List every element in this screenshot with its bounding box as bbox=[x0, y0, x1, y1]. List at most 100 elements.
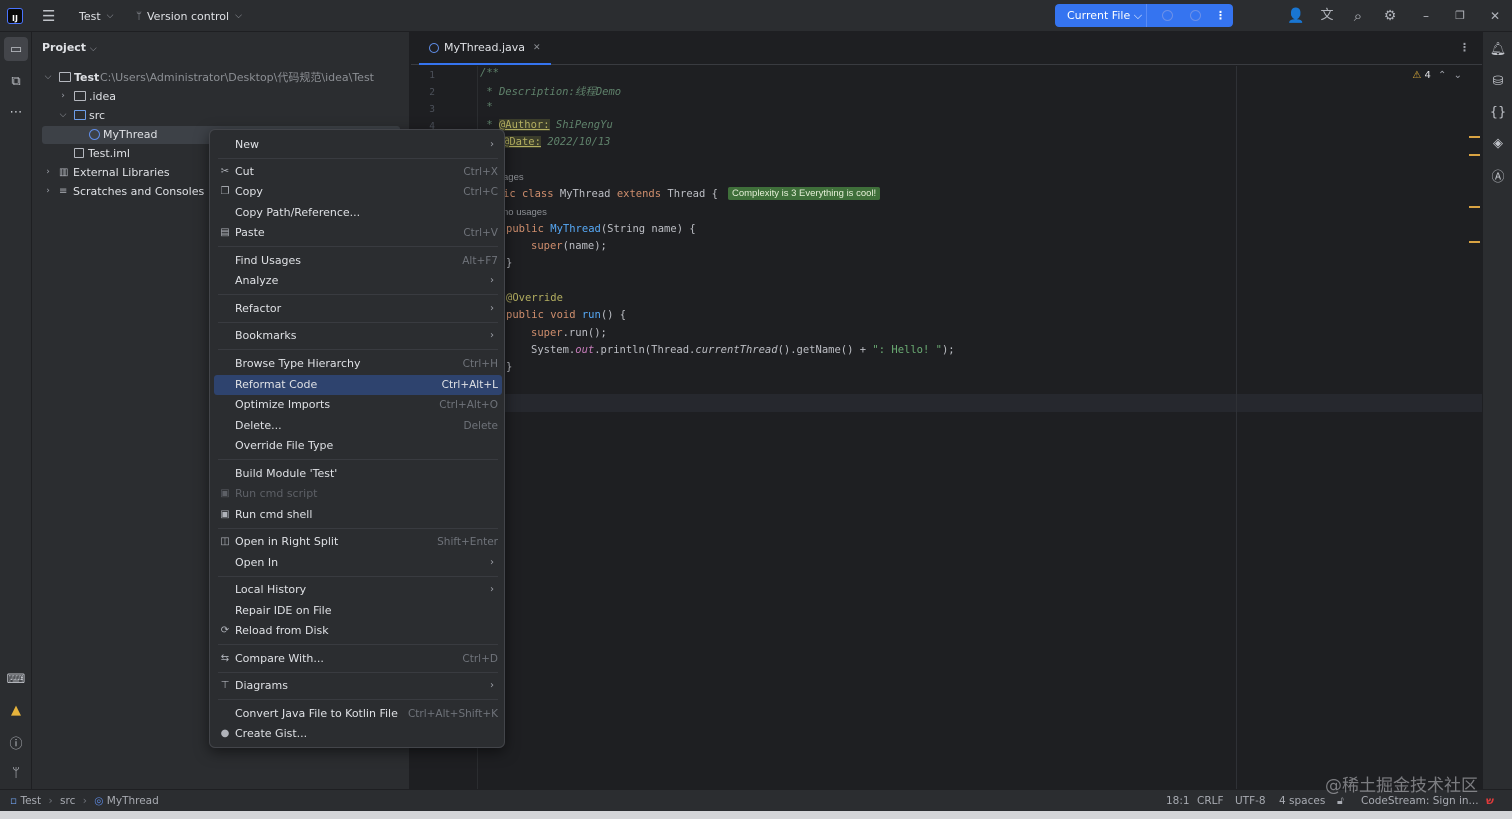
breadcrumb-src[interactable]: src bbox=[60, 795, 75, 807]
close-tab-icon[interactable]: ✕ bbox=[533, 43, 541, 53]
warning-marker[interactable] bbox=[1469, 136, 1480, 138]
project-tool-folder-icon[interactable]: ▭ bbox=[4, 37, 28, 61]
run-config-widget[interactable]: Current File ⌵ ⋮ bbox=[1055, 4, 1233, 27]
json-braces-icon[interactable]: {} bbox=[1486, 100, 1510, 124]
menu-item-refactor[interactable]: Refactor › bbox=[214, 299, 502, 319]
code-line-7[interactable]: ic class MyThread extends Thread { bbox=[503, 188, 718, 200]
code-line-12[interactable]: @Override bbox=[506, 292, 563, 304]
settings-gear-icon[interactable]: ⚙ bbox=[1373, 0, 1407, 32]
breadcrumb-test[interactable]: Test bbox=[20, 795, 41, 807]
indent-setting[interactable]: 4 spaces bbox=[1279, 790, 1325, 812]
menu-item-open-in[interactable]: Open In › bbox=[214, 553, 502, 573]
code-line-5[interactable]: @Date: 2022/10/13 bbox=[503, 136, 610, 148]
codestream-icon[interactable]: ◈ bbox=[1486, 131, 1510, 155]
menu-item-copy[interactable]: ❐ Copy Ctrl+C bbox=[214, 182, 502, 202]
chevron-down-icon[interactable]: ⌄ bbox=[1454, 70, 1462, 81]
more-vertical-icon[interactable]: ⋮ bbox=[1459, 41, 1470, 54]
menu-item-bookmarks[interactable]: Bookmarks › bbox=[214, 326, 502, 346]
project-selector[interactable]: Test ⌵ bbox=[79, 0, 114, 32]
chevron-down-icon[interactable]: ⌵ bbox=[58, 106, 68, 125]
structure-icon[interactable]: ⧉ bbox=[4, 69, 28, 93]
code-line-9[interactable]: super(name); bbox=[531, 240, 607, 252]
chevron-down-icon[interactable]: ⌵ bbox=[43, 68, 53, 87]
inspection-widget[interactable]: ⚠ 4 ⌃ ⌄ bbox=[1412, 70, 1462, 81]
code-line-16[interactable]: } bbox=[506, 361, 512, 373]
database-icon[interactable]: ⛁ bbox=[1486, 69, 1510, 93]
code-line-10[interactable]: } bbox=[506, 257, 512, 269]
git-icon[interactable]: ᛘ bbox=[4, 761, 28, 785]
intellij-logo-icon[interactable]: IJ bbox=[7, 8, 23, 24]
menu-item-cut[interactable]: ✂ Cut Ctrl+X bbox=[214, 162, 502, 182]
menu-item-repair-ide[interactable]: Repair IDE on File bbox=[214, 601, 502, 621]
menu-item-optimize-imports[interactable]: Optimize Imports Ctrl+Alt+O bbox=[214, 395, 502, 415]
code-line-2[interactable]: * Description:线程Demo bbox=[480, 84, 621, 99]
code-with-me-icon[interactable]: 👤 bbox=[1279, 0, 1313, 32]
warning-marker[interactable] bbox=[1469, 241, 1480, 243]
tree-item-src[interactable]: ⌵ src bbox=[32, 106, 410, 125]
search-icon[interactable]: ⌕ bbox=[1341, 0, 1375, 32]
menu-item-paste[interactable]: ▤ Paste Ctrl+V bbox=[214, 223, 502, 243]
project-panel-title[interactable]: Project ⌵ bbox=[42, 41, 97, 54]
code-line-1[interactable]: /** bbox=[480, 67, 499, 79]
menu-item-build-module[interactable]: Build Module 'Test' bbox=[214, 464, 502, 484]
notifications-bell-icon[interactable]: 🔔︎ bbox=[1486, 37, 1510, 61]
code-line-14[interactable]: super.run(); bbox=[531, 327, 607, 339]
menu-item-diagrams[interactable]: ⊤ Diagrams › bbox=[214, 676, 502, 696]
caret-position[interactable]: 18:1 bbox=[1166, 790, 1190, 812]
code-line-3[interactable]: * bbox=[480, 101, 492, 113]
usages-hint[interactable]: ages bbox=[503, 172, 524, 183]
menu-item-local-history[interactable]: Local History › bbox=[214, 580, 502, 600]
menu-item-run-cmd-shell[interactable]: ▣ Run cmd shell bbox=[214, 505, 502, 525]
close-icon[interactable]: ✕ bbox=[1478, 0, 1512, 32]
tree-item-idea[interactable]: › .idea bbox=[32, 87, 410, 106]
menu-item-override-file-type[interactable]: Override File Type bbox=[214, 436, 502, 456]
problems-icon[interactable]: ⓘ bbox=[4, 730, 28, 754]
services-icon[interactable]: ▲ bbox=[4, 698, 28, 722]
more-tools-icon[interactable]: ⋯ bbox=[4, 100, 28, 124]
breadcrumb-mythread[interactable]: MyThread bbox=[107, 795, 159, 807]
run-icon[interactable] bbox=[1162, 10, 1173, 21]
warning-marker[interactable] bbox=[1469, 206, 1480, 208]
menu-item-convert-to-kotlin[interactable]: Convert Java File to Kotlin File Ctrl+Alt… bbox=[214, 704, 502, 724]
code-line-8[interactable]: public MyThread(String name) { bbox=[506, 223, 696, 235]
menu-item-browse-type-hierarchy[interactable]: Browse Type Hierarchy Ctrl+H bbox=[214, 354, 502, 374]
menu-item-create-gist[interactable]: ● Create Gist... bbox=[214, 724, 502, 744]
main-menu-icon[interactable]: ☰ bbox=[42, 0, 55, 32]
restore-icon[interactable]: ❐ bbox=[1443, 0, 1477, 32]
menu-item-reload-from-disk[interactable]: ⟳ Reload from Disk bbox=[214, 621, 502, 641]
terminal-icon[interactable]: ⌨ bbox=[4, 667, 28, 691]
menu-item-analyze[interactable]: Analyze › bbox=[214, 271, 502, 291]
menu-item-compare-with[interactable]: ⇆ Compare With... Ctrl+D bbox=[214, 649, 502, 669]
keyword: super bbox=[531, 327, 563, 339]
line-separator[interactable]: CRLF bbox=[1197, 790, 1224, 812]
tab-mythread-java[interactable]: MyThread.java ✕ bbox=[419, 32, 551, 65]
minimize-icon[interactable]: – bbox=[1409, 0, 1443, 32]
tree-item-test[interactable]: ⌵ Test C:\Users\Administrator\Desktop\代码… bbox=[32, 68, 410, 87]
warning-marker[interactable] bbox=[1469, 154, 1480, 156]
usages-hint[interactable]: no usages bbox=[503, 207, 547, 218]
code-line-15[interactable]: System.out.println(Thread.currentThread(… bbox=[531, 344, 955, 356]
menu-item-open-right-split[interactable]: ◫ Open in Right Split Shift+Enter bbox=[214, 532, 502, 552]
menu-item-new[interactable]: New › bbox=[214, 135, 502, 155]
cmd-script-icon: ▣ bbox=[220, 488, 230, 499]
debug-icon[interactable] bbox=[1190, 10, 1201, 21]
breadcrumb: ▫ Test › src › ◎ MyThread bbox=[10, 790, 159, 812]
translate-icon[interactable]: 文 bbox=[1310, 0, 1344, 32]
file-encoding[interactable]: UTF-8 bbox=[1235, 790, 1266, 812]
ai-assistant-icon[interactable]: Ⓐ bbox=[1486, 163, 1510, 187]
chevron-up-icon[interactable]: ⌃ bbox=[1438, 70, 1446, 81]
chevron-right-icon[interactable]: › bbox=[43, 182, 53, 201]
vcs-selector[interactable]: ᛘ Version control ⌵ bbox=[136, 0, 242, 32]
more-vertical-icon[interactable]: ⋮ bbox=[1215, 4, 1226, 27]
menu-item-delete[interactable]: Delete... Delete bbox=[214, 416, 502, 436]
right-margin-guide bbox=[1236, 66, 1237, 789]
run-config-selector[interactable]: Current File ⌵ bbox=[1067, 4, 1142, 27]
plugin-status-icon[interactable]: ש bbox=[1486, 790, 1494, 812]
menu-item-reformat-code[interactable]: Reformat Code Ctrl+Alt+L bbox=[214, 375, 502, 395]
menu-item-find-usages[interactable]: Find Usages Alt+F7 bbox=[214, 251, 502, 271]
menu-item-copy-path[interactable]: Copy Path/Reference... bbox=[214, 203, 502, 223]
chevron-right-icon[interactable]: › bbox=[43, 163, 53, 182]
chevron-right-icon[interactable]: › bbox=[58, 87, 68, 106]
code-line-13[interactable]: public void run() { bbox=[506, 309, 626, 321]
complexity-badge[interactable]: Complexity is 3 Everything is cool! bbox=[728, 187, 881, 200]
